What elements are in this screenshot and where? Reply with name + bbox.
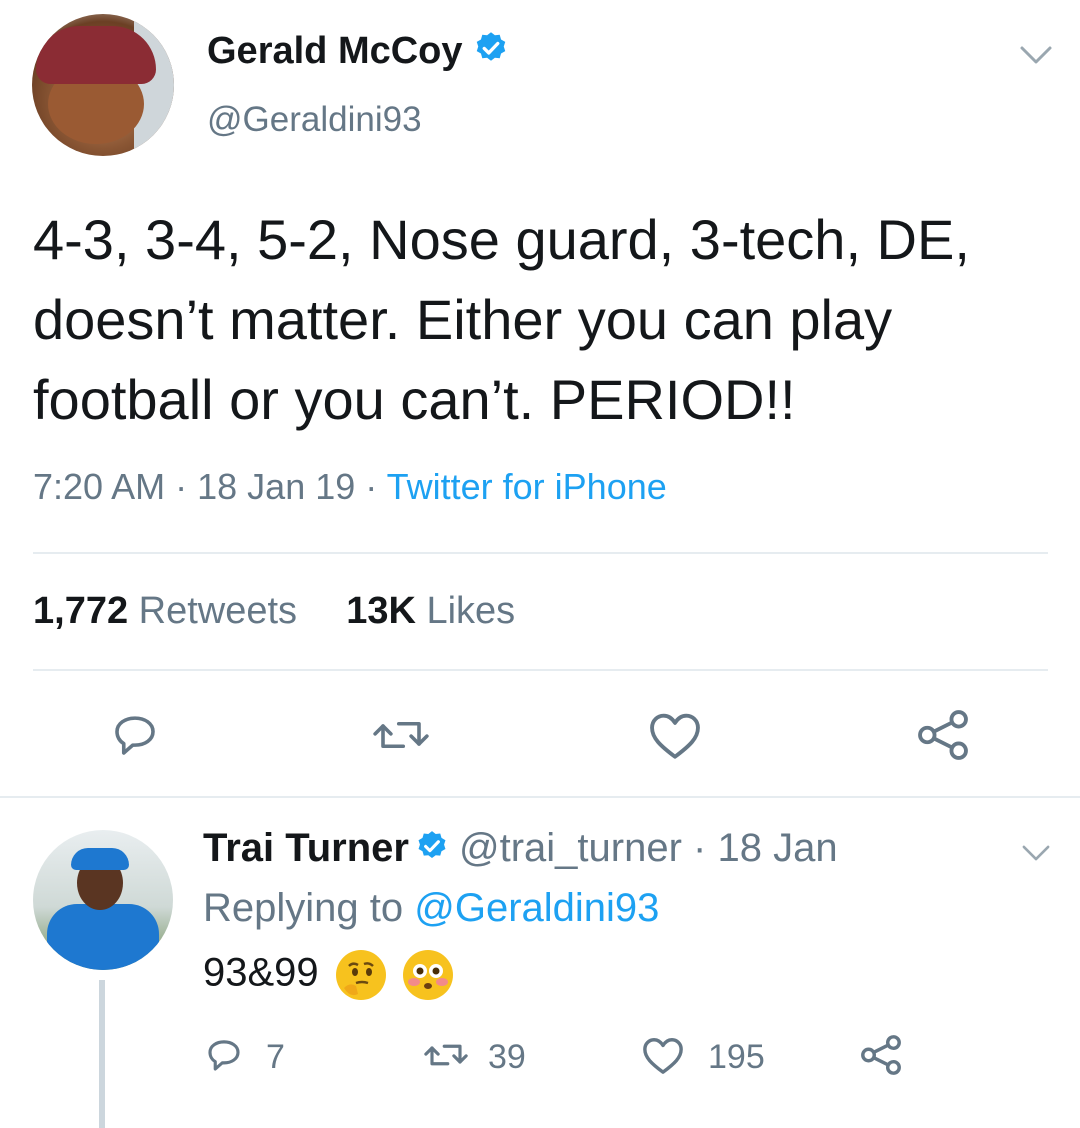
divider	[33, 669, 1048, 671]
heart-icon	[650, 713, 700, 759]
reply-date[interactable]: 18 Jan	[717, 826, 837, 870]
retweet-icon	[424, 1044, 468, 1066]
retweet-button[interactable]	[368, 708, 434, 767]
verified-badge-icon	[415, 828, 449, 873]
verified-badge-icon	[473, 30, 509, 76]
flushed-face-icon	[402, 950, 453, 1000]
reply-author-handle[interactable]: @trai_turner	[459, 826, 682, 870]
likes-count: 13K	[346, 590, 416, 632]
reply-icon	[115, 716, 155, 755]
author-handle[interactable]: @Geraldini93	[207, 100, 422, 140]
reply-button[interactable]	[108, 708, 162, 767]
retweet-icon	[373, 721, 429, 749]
reply-retweet-count: 39	[488, 1038, 526, 1076]
replying-to: Replying to @Geraldini93	[203, 886, 659, 931]
meta-separator: ·	[365, 466, 378, 507]
meta-separator: ·	[693, 826, 707, 870]
replying-to-mention[interactable]: @Geraldini93	[414, 886, 659, 930]
reply-like-button[interactable]	[640, 1034, 686, 1081]
chevron-down-icon[interactable]	[1016, 40, 1056, 75]
replying-to-label: Replying to	[203, 886, 404, 930]
share-icon	[918, 710, 968, 760]
tweet-date[interactable]: 18 Jan 19	[197, 466, 355, 507]
retweets-stat[interactable]: 1,772 Retweets	[33, 590, 297, 632]
reply-retweet-button[interactable]	[420, 1034, 472, 1081]
tweet-meta: 7:20 AM · 18 Jan 19 · Twitter for iPhone	[33, 466, 667, 508]
reply-header: Trai Turner @trai_turner · 18 Jan	[203, 826, 838, 873]
retweets-label: Retweets	[138, 590, 298, 632]
likes-label: Likes	[426, 590, 516, 632]
tweet-time[interactable]: 7:20 AM	[33, 466, 165, 507]
section-divider	[0, 796, 1080, 798]
tweet-stats: 1,772 Retweets 13K Likes	[33, 590, 515, 633]
reply-like-count: 195	[708, 1038, 765, 1076]
meta-separator: ·	[175, 466, 188, 507]
heart-icon	[643, 1038, 683, 1074]
reply-text-body: 93&99	[203, 950, 319, 995]
share-button[interactable]	[914, 706, 972, 769]
reply-text: 93&99	[203, 950, 453, 1000]
thread-line	[99, 980, 105, 1128]
likes-stat[interactable]: 13K Likes	[346, 590, 515, 632]
reply-author-name[interactable]: Trai Turner	[203, 826, 409, 870]
reply-author-avatar[interactable]	[33, 830, 173, 970]
tweet-source-link[interactable]: Twitter for iPhone	[387, 466, 667, 507]
like-button[interactable]	[646, 708, 704, 767]
chevron-down-icon[interactable]	[1018, 840, 1054, 871]
divider	[33, 552, 1048, 554]
author-name-row[interactable]: Gerald McCoy	[207, 30, 509, 76]
reply-count: 7	[266, 1038, 285, 1076]
author-name[interactable]: Gerald McCoy	[207, 30, 463, 72]
reply-share-button[interactable]	[858, 1032, 904, 1083]
author-avatar[interactable]	[32, 14, 174, 156]
share-icon	[861, 1035, 901, 1075]
retweets-count: 1,772	[33, 590, 129, 632]
thinking-face-icon	[335, 950, 386, 1000]
tweet-text: 4-3, 3-4, 5-2, Nose guard, 3-tech, DE, d…	[33, 208, 970, 431]
reply-reply-button[interactable]	[203, 1034, 245, 1081]
reply-icon	[208, 1040, 240, 1071]
